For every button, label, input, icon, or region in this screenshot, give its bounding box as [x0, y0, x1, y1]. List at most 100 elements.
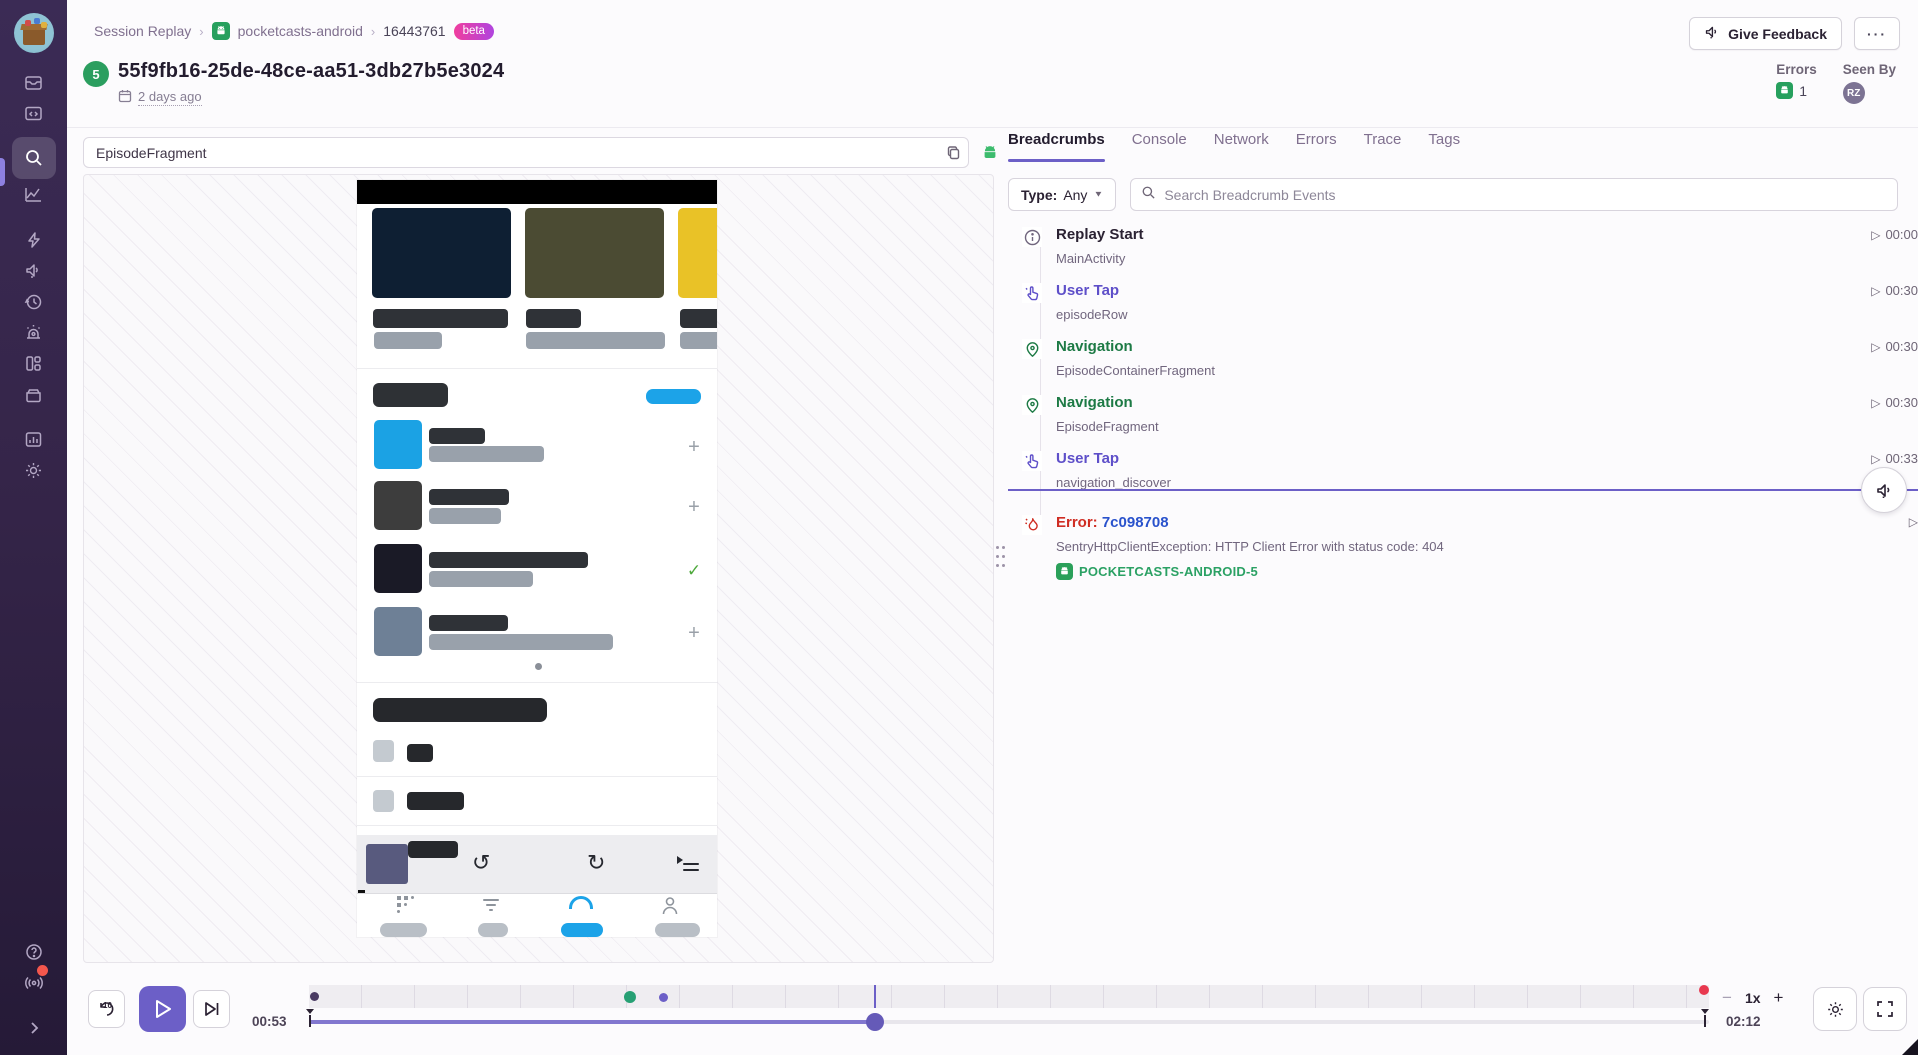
profile-tab-icon: [659, 894, 681, 921]
event-row-replay-start[interactable]: Replay Start MainActivity ▷00:00: [1008, 222, 1918, 278]
tab-network[interactable]: Network: [1214, 131, 1269, 162]
timeline-minimap[interactable]: [309, 985, 1709, 1008]
event-title: Replay Start: [1056, 226, 1871, 244]
sidebar-item-help[interactable]: [14, 936, 54, 967]
info-icon: [1022, 227, 1042, 247]
tab-tags[interactable]: Tags: [1428, 131, 1460, 162]
sidebar-item-replays[interactable]: [14, 286, 54, 317]
sidebar: [0, 0, 67, 1055]
event-row-navigation[interactable]: Navigation EpisodeContainerFragment ▷00:…: [1008, 334, 1918, 390]
sidebar-item-explore[interactable]: [12, 137, 56, 179]
redo-icon: ↻: [587, 852, 605, 874]
more-actions-button[interactable]: ···: [1854, 17, 1900, 50]
breadcrumb-project[interactable]: pocketcasts-android: [238, 23, 363, 39]
phone-masked-text: [373, 698, 547, 722]
phone-masked-text: [429, 634, 613, 650]
play-button[interactable]: [139, 986, 186, 1032]
sidebar-item-performance[interactable]: [14, 224, 54, 255]
phone-card: [372, 208, 511, 298]
megaphone-icon: [1704, 24, 1720, 43]
phone-card: [678, 208, 717, 298]
skip-to-end-button[interactable]: [193, 990, 230, 1028]
phone-album-art: [366, 844, 408, 884]
replay-player-viewport[interactable]: + + ✓ + ↺ ↻: [83, 174, 994, 963]
phone-divider: [357, 825, 717, 826]
fullscreen-button[interactable]: [1863, 987, 1907, 1031]
breadcrumb: Session Replay › pocketcasts-android › 1…: [94, 22, 494, 40]
phone-card: [525, 208, 664, 298]
event-row-user-tap[interactable]: User Tap episodeRow ▷00:30: [1008, 278, 1918, 334]
page-header: Session Replay › pocketcasts-android › 1…: [67, 0, 1918, 128]
event-title: Navigation: [1056, 394, 1871, 412]
copy-icon[interactable]: [938, 145, 968, 160]
phone-artwork: [374, 607, 422, 656]
event-timestamp[interactable]: ▷00:33: [1871, 451, 1918, 466]
phone-tab-label-active: [561, 923, 603, 937]
tab-breadcrumbs[interactable]: Breadcrumbs: [1008, 131, 1105, 162]
plus-icon: +: [684, 498, 704, 518]
tab-console[interactable]: Console: [1132, 131, 1187, 162]
sidebar-item-issues[interactable]: [14, 67, 54, 98]
event-row-error[interactable]: Error: 7c098708 SentryHttpClientExceptio…: [1008, 502, 1918, 592]
timeline-progress: [309, 1020, 875, 1024]
event-timestamp[interactable]: ▷00:30: [1871, 283, 1918, 298]
play-icon: ▷: [1871, 284, 1880, 298]
search-icon: [1141, 185, 1156, 205]
project-link[interactable]: POCKETCASTS-ANDROID-5: [1056, 563, 1909, 580]
zoom-in-button[interactable]: +: [1774, 988, 1784, 1008]
phone-page-indicator: [535, 663, 542, 670]
zoom-out-button[interactable]: −: [1722, 988, 1732, 1008]
sidebar-item-insights[interactable]: [14, 424, 54, 455]
sidebar-item-dashboards[interactable]: [14, 348, 54, 379]
sidebar-item-user-feedback[interactable]: [14, 255, 54, 286]
sidebar-item-settings[interactable]: [14, 455, 54, 486]
type-filter-dropdown[interactable]: Type: Any ▼: [1008, 178, 1116, 211]
event-row-user-tap[interactable]: User Tap navigation_discover ▷00:33: [1008, 446, 1918, 502]
tab-trace[interactable]: Trace: [1364, 131, 1402, 162]
feedback-fab-button[interactable]: [1861, 467, 1907, 513]
seen-by-avatar[interactable]: RZ: [1843, 82, 1865, 104]
timeline-event-dot-navigation: [624, 991, 636, 1003]
page-title: 55f9fb16-25de-48ce-aa51-3db27b5e3024: [118, 60, 504, 83]
player-settings-button[interactable]: [1813, 987, 1857, 1031]
project-slug: POCKETCASTS-ANDROID-5: [1079, 564, 1258, 579]
sidebar-item-whats-new[interactable]: [14, 967, 54, 998]
help-icon: [24, 942, 44, 962]
phone-checkbox: [373, 790, 394, 812]
timeline-scrubber[interactable]: [309, 1020, 1709, 1024]
activity-count-badge: 5: [83, 61, 109, 87]
event-title: Navigation: [1056, 338, 1871, 356]
breadcrumb-section[interactable]: Session Replay: [94, 23, 191, 39]
error-id-link[interactable]: 7c098708: [1102, 514, 1169, 531]
breadcrumb-search-input[interactable]: [1164, 187, 1887, 203]
sidebar-item-releases[interactable]: [14, 379, 54, 410]
sidebar-item-alerts[interactable]: [14, 317, 54, 348]
org-avatar[interactable]: [14, 13, 54, 53]
playback-speed-label[interactable]: 1x: [1745, 990, 1761, 1006]
panel-resize-handle[interactable]: [996, 546, 1005, 572]
errors-count[interactable]: 1: [1799, 83, 1807, 99]
sidebar-item-projects[interactable]: [14, 98, 54, 129]
give-feedback-button[interactable]: Give Feedback: [1689, 17, 1842, 50]
rewind-10s-button[interactable]: 10: [88, 990, 125, 1028]
phone-tab-label: [655, 923, 700, 937]
event-timestamp[interactable]: ▷: [1909, 515, 1918, 529]
replay-timestamp[interactable]: 2 days ago: [138, 89, 202, 106]
tab-errors[interactable]: Errors: [1296, 131, 1337, 162]
timeline-knob[interactable]: [866, 1013, 884, 1031]
sidebar-active-indicator: [0, 158, 5, 186]
play-icon: ▷: [1871, 452, 1880, 466]
duration-label: 02:12: [1726, 1014, 1761, 1029]
event-timestamp[interactable]: ▷00:30: [1871, 395, 1918, 410]
phone-artwork: [374, 420, 422, 469]
phone-status-bar: [357, 180, 717, 204]
dom-search-input[interactable]: [84, 145, 938, 161]
sidebar-expand-button[interactable]: [14, 1012, 54, 1043]
error-flame-icon: [1022, 515, 1042, 535]
phone-masked-text: [429, 615, 508, 631]
sidebar-item-stats[interactable]: [14, 179, 54, 210]
event-timestamp[interactable]: ▷00:30: [1871, 339, 1918, 354]
event-row-navigation[interactable]: Navigation EpisodeFragment ▷00:30: [1008, 390, 1918, 446]
event-timestamp[interactable]: ▷00:00: [1871, 227, 1918, 242]
phone-masked-text: [680, 309, 717, 328]
